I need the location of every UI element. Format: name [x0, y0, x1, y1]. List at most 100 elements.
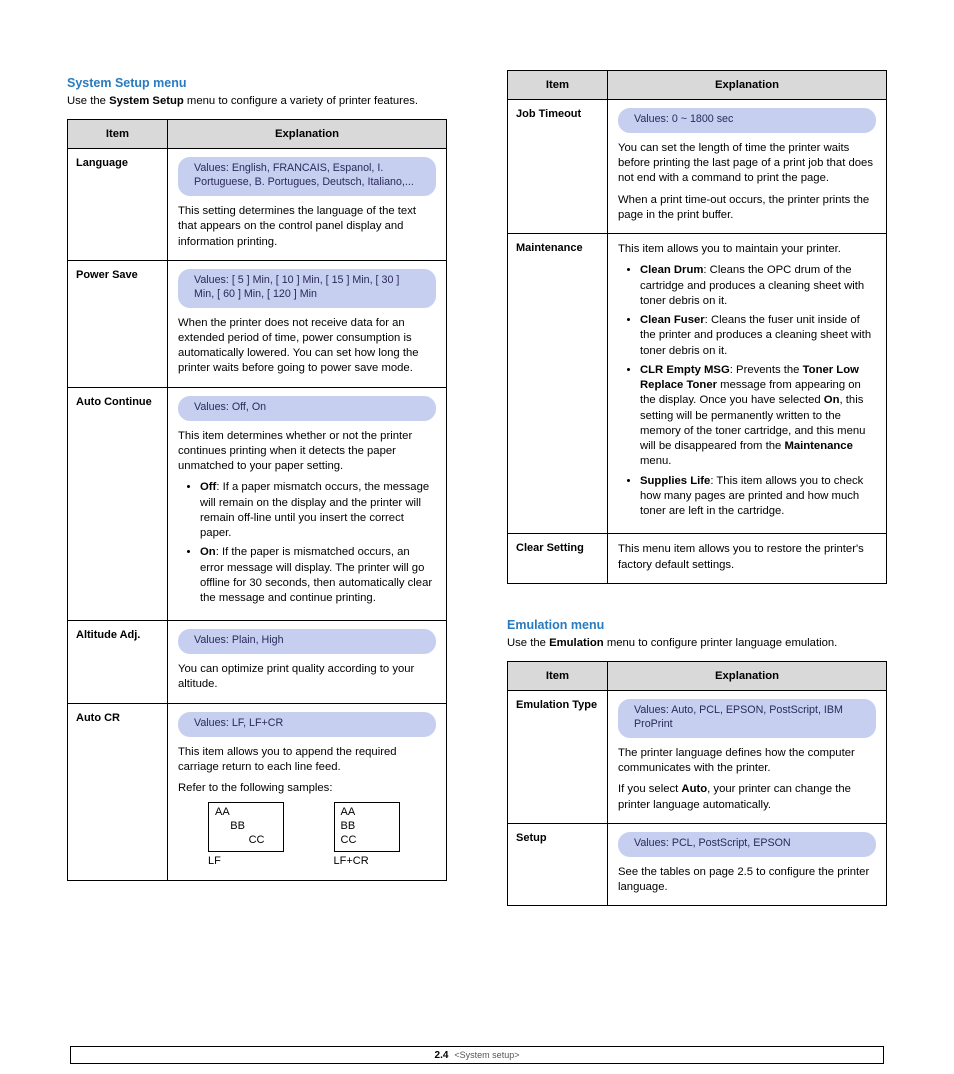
sample-label: LF+CR — [334, 854, 400, 869]
body-text: See the tables on page 2.5 to configure … — [618, 865, 876, 896]
body-text: You can optimize print quality according… — [178, 662, 436, 693]
values-pill: Values: 0 ~ 1800 sec — [618, 108, 876, 133]
intro-post: menu to configure a variety of printer f… — [184, 95, 418, 107]
bullet-list: Off: If a paper mismatch occurs, the mes… — [178, 480, 436, 606]
intro-menu: Emulation — [549, 637, 604, 649]
intro-pre: Use the — [507, 637, 549, 649]
section-title: System Setup menu — [67, 76, 447, 90]
item-cell: Auto Continue — [68, 387, 168, 621]
values-pill: Values: Off, On — [178, 396, 436, 421]
intro-text: Use the Emulation menu to configure prin… — [507, 636, 887, 651]
th-expl: Explanation — [168, 120, 447, 149]
expl-cell: Values: PCL, PostScript, EPSON See the t… — [608, 823, 887, 905]
values-pill: Values: PCL, PostScript, EPSON — [618, 832, 876, 857]
item-cell: Altitude Adj. — [68, 621, 168, 703]
body-text: When a print time-out occurs, the printe… — [618, 193, 876, 224]
table-row: Auto CR Values: LF, LF+CR This item allo… — [68, 703, 447, 881]
intro-pre: Use the — [67, 95, 109, 107]
table-row: Setup Values: PCL, PostScript, EPSON See… — [508, 823, 887, 905]
option-value: Auto — [681, 783, 707, 795]
option-text: : If the paper is mismatched occurs, an … — [200, 546, 432, 604]
option-text: menu. — [640, 455, 671, 467]
footer: 2.4 <System setup> — [0, 1046, 954, 1064]
sample-lf: AA BB CC LF — [208, 802, 284, 868]
samples-row: AA BB CC LF AA BB CC LF+CR — [208, 802, 436, 868]
sample-label: LF — [208, 854, 284, 869]
table-row: Emulation Type Values: Auto, PCL, EPSON,… — [508, 691, 887, 824]
item-cell: Auto CR — [68, 703, 168, 881]
list-item: Off: If a paper mismatch occurs, the mes… — [200, 480, 436, 541]
item-cell: Power Save — [68, 260, 168, 387]
body-text: When the printer does not receive data f… — [178, 316, 436, 377]
option-name: Clean Drum — [640, 264, 703, 276]
table-row: Altitude Adj. Values: Plain, High You ca… — [68, 621, 447, 703]
th-item: Item — [68, 120, 168, 149]
item-cell: Language — [68, 149, 168, 261]
page-number: .4 — [440, 1050, 448, 1061]
body-text: This item determines whether or not the … — [178, 429, 436, 475]
intro-post: menu to configure printer language emula… — [604, 637, 838, 649]
menu-name: Maintenance — [784, 440, 852, 452]
options-table: Item Explanation Language Values: Englis… — [67, 119, 447, 881]
list-item: CLR Empty MSG: Prevents the Toner Low Re… — [640, 363, 876, 470]
list-item: On: If the paper is mismatched occurs, a… — [200, 545, 436, 606]
item-cell: Clear Setting — [508, 534, 608, 584]
options-table: Item Explanation Job Timeout Values: 0 ~… — [507, 70, 887, 584]
expl-cell: Values: 0 ~ 1800 sec You can set the len… — [608, 100, 887, 234]
option-name: On — [200, 546, 216, 558]
body-text: You can set the length of time the print… — [618, 141, 876, 187]
item-cell: Setup — [508, 823, 608, 905]
item-cell: Emulation Type — [508, 691, 608, 824]
body-text: This item allows you to append the requi… — [178, 745, 436, 776]
option-text: : Prevents the — [730, 364, 803, 376]
values-pill: Values: [ 5 ] Min, [ 10 ] Min, [ 15 ] Mi… — [178, 269, 436, 308]
expl-cell: Values: English, FRANCAIS, Espanol, I. P… — [168, 149, 447, 261]
values-pill: Values: English, FRANCAIS, Espanol, I. P… — [178, 157, 436, 196]
option-name: Off — [200, 481, 216, 493]
th-item: Item — [508, 662, 608, 691]
table-row: Clear Setting This menu item allows you … — [508, 534, 887, 584]
values-pill: Values: Plain, High — [178, 629, 436, 654]
values-pill: Values: Auto, PCL, EPSON, PostScript, IB… — [618, 699, 876, 738]
body-text: If you select Auto, your printer can cha… — [618, 782, 876, 813]
expl-cell: Values: LF, LF+CR This item allows you t… — [168, 703, 447, 881]
option-name: Supplies Life — [640, 475, 710, 487]
th-expl: Explanation — [608, 662, 887, 691]
expl-cell: This menu item allows you to restore the… — [608, 534, 887, 584]
right-column: Item Explanation Job Timeout Values: 0 ~… — [507, 70, 887, 906]
expl-cell: This item allows you to maintain your pr… — [608, 234, 887, 534]
table-row: Maintenance This item allows you to main… — [508, 234, 887, 534]
list-item: Clean Fuser: Cleans the fuser unit insid… — [640, 313, 876, 359]
options-table: Item Explanation Emulation Type Values: … — [507, 661, 887, 906]
left-column: System Setup menu Use the System Setup m… — [67, 70, 447, 906]
table-row: Auto Continue Values: Off, On This item … — [68, 387, 447, 621]
option-text: : If a paper mismatch occurs, the messag… — [200, 481, 429, 539]
sample-box: AA BB CC — [208, 802, 284, 851]
option-name: Clean Fuser — [640, 314, 705, 326]
body-text: This setting determines the language of … — [178, 204, 436, 250]
th-expl: Explanation — [608, 71, 887, 100]
body-text: This item allows you to maintain your pr… — [618, 242, 876, 257]
list-item: Supplies Life: This item allows you to c… — [640, 474, 876, 520]
sample-box: AA BB CC — [334, 802, 400, 851]
values-pill: Values: LF, LF+CR — [178, 712, 436, 737]
item-cell: Job Timeout — [508, 100, 608, 234]
bullet-list: Clean Drum: Cleans the OPC drum of the c… — [618, 263, 876, 519]
body-text: Refer to the following samples: — [178, 781, 436, 796]
expl-cell: Values: Plain, High You can optimize pri… — [168, 621, 447, 703]
table-row: Language Values: English, FRANCAIS, Espa… — [68, 149, 447, 261]
list-item: Clean Drum: Cleans the OPC drum of the c… — [640, 263, 876, 309]
intro-text: Use the System Setup menu to configure a… — [67, 94, 447, 109]
option-name: CLR Empty MSG — [640, 364, 730, 376]
intro-menu: System Setup — [109, 95, 184, 107]
body-text: The printer language defines how the com… — [618, 746, 876, 777]
body-text: This menu item allows you to restore the… — [618, 542, 876, 573]
expl-cell: Values: [ 5 ] Min, [ 10 ] Min, [ 15 ] Mi… — [168, 260, 447, 387]
expl-cell: Values: Off, On This item determines whe… — [168, 387, 447, 621]
page-section: <System setup> — [454, 1050, 519, 1060]
table-row: Job Timeout Values: 0 ~ 1800 sec You can… — [508, 100, 887, 234]
expl-cell: Values: Auto, PCL, EPSON, PostScript, IB… — [608, 691, 887, 824]
sample-lfcr: AA BB CC LF+CR — [334, 802, 400, 868]
table-row: Power Save Values: [ 5 ] Min, [ 10 ] Min… — [68, 260, 447, 387]
option-value: On — [824, 394, 840, 406]
